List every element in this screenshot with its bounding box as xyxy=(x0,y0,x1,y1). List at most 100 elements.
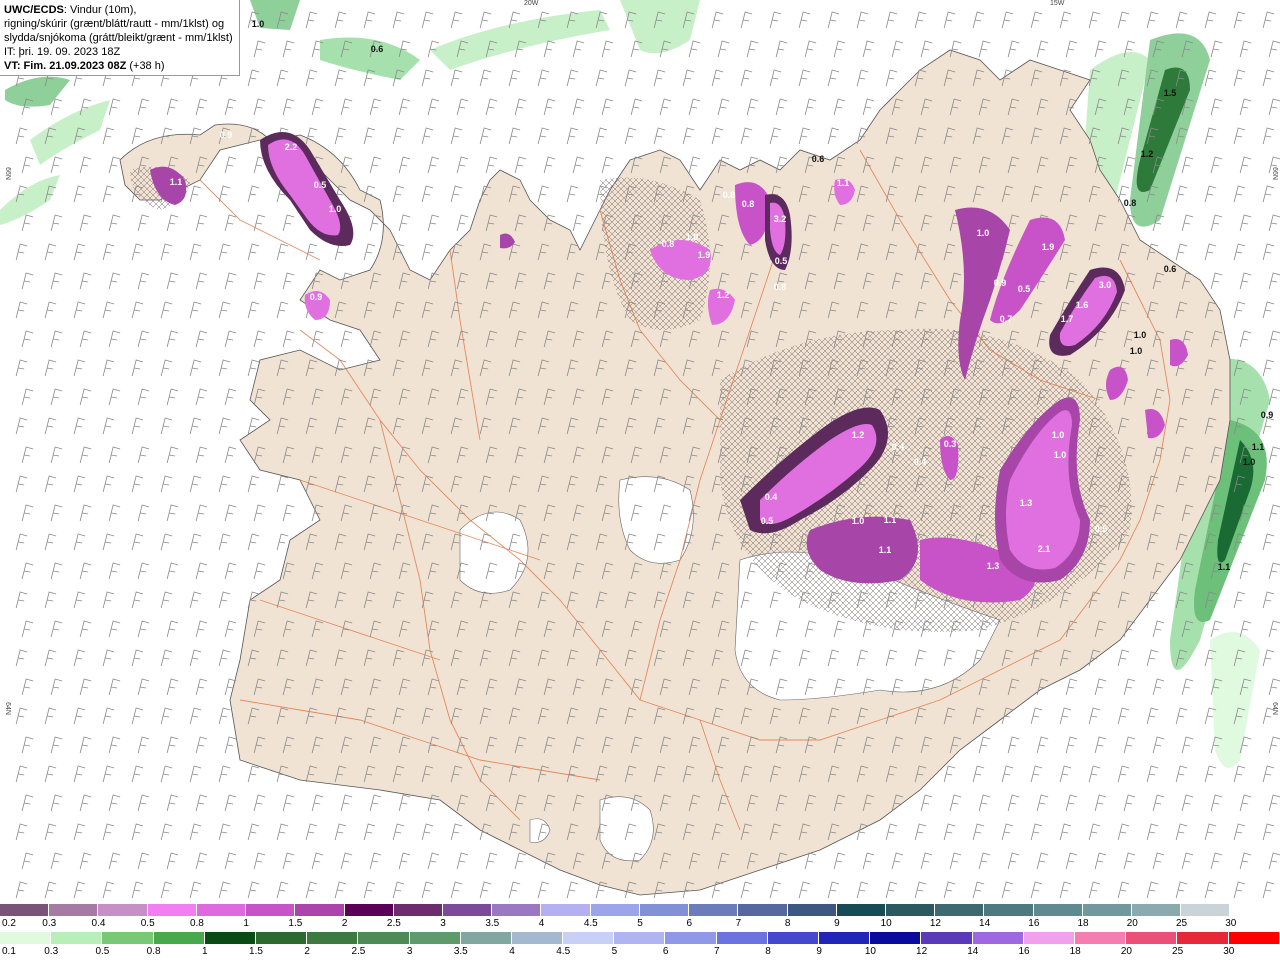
precip-value: 1.1 xyxy=(1252,442,1265,452)
snow-scale-label: 0.3 xyxy=(42,918,57,929)
rain-color-scale xyxy=(0,932,1280,946)
rain-scale-label: 1 xyxy=(202,946,208,957)
snow-scale-label: 8 xyxy=(784,918,791,929)
snow-scale-swatch xyxy=(49,904,99,916)
precip-value: 1.2 xyxy=(717,290,730,300)
valid-time: VT: Fim. 21.09.2023 08Z xyxy=(4,60,127,72)
rain-scale-label: 2 xyxy=(304,946,310,957)
rain-scale-label: 4.5 xyxy=(556,946,571,957)
snow-scale-swatch xyxy=(1082,904,1133,916)
precip-value: 1.3 xyxy=(987,561,1000,571)
forecast-hour: (+38 h) xyxy=(126,60,165,72)
snow-scale-swatch xyxy=(393,904,443,916)
rain-scale-swatch xyxy=(204,932,256,944)
rain-scale-swatch xyxy=(767,932,819,944)
snow-scale-swatch xyxy=(787,904,837,916)
precip-value: 0.6 xyxy=(1164,264,1177,274)
header-line1: : Vindur (10m), xyxy=(63,4,137,16)
snow-scale-label: 12 xyxy=(929,918,941,929)
forecast-map: 1.0 0.6 2.2 0.9 1.0 0.5 1.1 0.9 0.6 1.0 0.8 1.9 1.2 0… xyxy=(0,0,1280,902)
precip-value: 0.8 xyxy=(723,190,736,200)
rain-scale-label: 5 xyxy=(611,946,618,957)
snow-scale-label: 7 xyxy=(735,918,742,929)
rain-scale-swatch xyxy=(153,932,205,944)
rain-scale-label: 0.5 xyxy=(95,946,110,957)
snow-scale-swatch xyxy=(1230,904,1280,916)
rain-scale-label: 0.8 xyxy=(146,946,161,957)
snow-scale-swatch xyxy=(344,904,394,916)
rain-scale-label: 7 xyxy=(714,946,720,957)
rain-scale-label: 9 xyxy=(816,946,822,957)
snow-scale-swatch xyxy=(689,904,739,916)
precip-value: 0.6 xyxy=(812,154,825,164)
snow-scale-swatch xyxy=(836,904,886,916)
precip-value: 2.1 xyxy=(1038,544,1051,554)
precip-value: 0.5 xyxy=(1095,524,1108,534)
precip-value: 0.9 xyxy=(220,130,233,140)
lat-label-64n-left: 64N xyxy=(3,702,11,715)
rain-scale-swatch xyxy=(1177,932,1229,944)
rain-scale-label: 4 xyxy=(509,946,515,957)
snow-scale-label: 25 xyxy=(1175,918,1188,929)
snow-scale-label: 0.2 xyxy=(2,918,16,929)
snow-scale-label: 4.5 xyxy=(583,918,598,929)
snow-scale-label: 20 xyxy=(1126,918,1138,929)
rain-scale-swatch xyxy=(51,932,103,944)
precip-value: 1.0 xyxy=(1054,450,1067,460)
snow-scale-swatch xyxy=(98,904,148,916)
model-name: UWC/ECDS xyxy=(4,4,64,16)
snow-scale-label: 1 xyxy=(243,918,249,929)
lat-label-66n-left: 66N xyxy=(3,167,11,180)
snow-scale-swatch xyxy=(246,904,296,916)
rain-scale-labels: 0.1 0.3 0.5 0.8 1 1.5 2 2.5 3 3.5 4 4.5 5 6 7 8 9 10 12 14 1… xyxy=(0,946,1280,958)
snow-scale-label: 6 xyxy=(686,918,692,929)
rain-scale-label: 10 xyxy=(864,946,876,957)
precip-value: 1.6 xyxy=(1076,300,1089,310)
precip-value: 3.2 xyxy=(774,214,787,224)
rain-scale-swatch xyxy=(614,932,666,944)
header-line3: slydda/snjókoma (grátt/bleikt/grænt - mm… xyxy=(4,32,233,44)
rain-scale-swatch xyxy=(1074,932,1127,944)
snow-scale-swatch xyxy=(492,904,542,916)
rain-scale-swatch xyxy=(972,932,1024,944)
snow-scale-swatch xyxy=(639,904,690,916)
precip-value: 1.1 xyxy=(170,177,183,187)
snow-scale-label: 1.5 xyxy=(288,918,303,929)
rain-scale-label: 25 xyxy=(1172,946,1184,957)
rain-scale-swatch xyxy=(307,932,359,944)
rain-scale-swatch xyxy=(870,932,922,944)
precip-value: 1.0 xyxy=(329,204,342,214)
precip-value: 1.0 xyxy=(1134,330,1147,340)
rain-scale-swatch xyxy=(1023,932,1075,944)
precip-value: 0.5 xyxy=(761,516,774,526)
rain-scale-swatch xyxy=(358,932,410,944)
rain-scale-label: 8 xyxy=(765,946,771,957)
rain-scale-label: 0.1 xyxy=(2,946,16,957)
rain-scale-label: 14 xyxy=(967,946,979,957)
snow-scale-swatch xyxy=(147,904,197,916)
rain-scale-label: 1.5 xyxy=(249,946,263,957)
lon-label-20w: 20W xyxy=(524,0,539,7)
rain-scale-swatch xyxy=(102,932,154,944)
snow-scale-swatch xyxy=(541,904,591,916)
rain-scale-label: 30 xyxy=(1223,946,1235,957)
snow-scale-label: 0.4 xyxy=(91,918,106,929)
precip-value: 1.0 xyxy=(1052,430,1065,440)
rain-scale-label: 3 xyxy=(406,946,413,957)
snow-scale-swatch xyxy=(738,904,788,916)
precip-value: 0.9 xyxy=(1261,410,1274,420)
snow-scale-label: 16 xyxy=(1028,918,1040,929)
rain-scale-label: 20 xyxy=(1120,946,1132,957)
rain-scale-swatch xyxy=(511,932,564,944)
snow-scale-swatch xyxy=(1132,904,1182,916)
init-time: IT: þri. 19. 09. 2023 18Z xyxy=(4,46,121,58)
snow-scale-label: 2 xyxy=(341,918,348,929)
snow-color-scale xyxy=(0,904,1280,918)
precip-value: 2.2 xyxy=(285,142,298,152)
precip-value: 1.0 xyxy=(1243,457,1256,467)
precip-value: 0.4 xyxy=(892,442,905,452)
snow-scale-label: 3 xyxy=(440,918,446,929)
rain-scale-swatch xyxy=(921,932,973,944)
precip-value: 0.9 xyxy=(994,278,1007,288)
rain-scale-swatch xyxy=(0,932,52,944)
